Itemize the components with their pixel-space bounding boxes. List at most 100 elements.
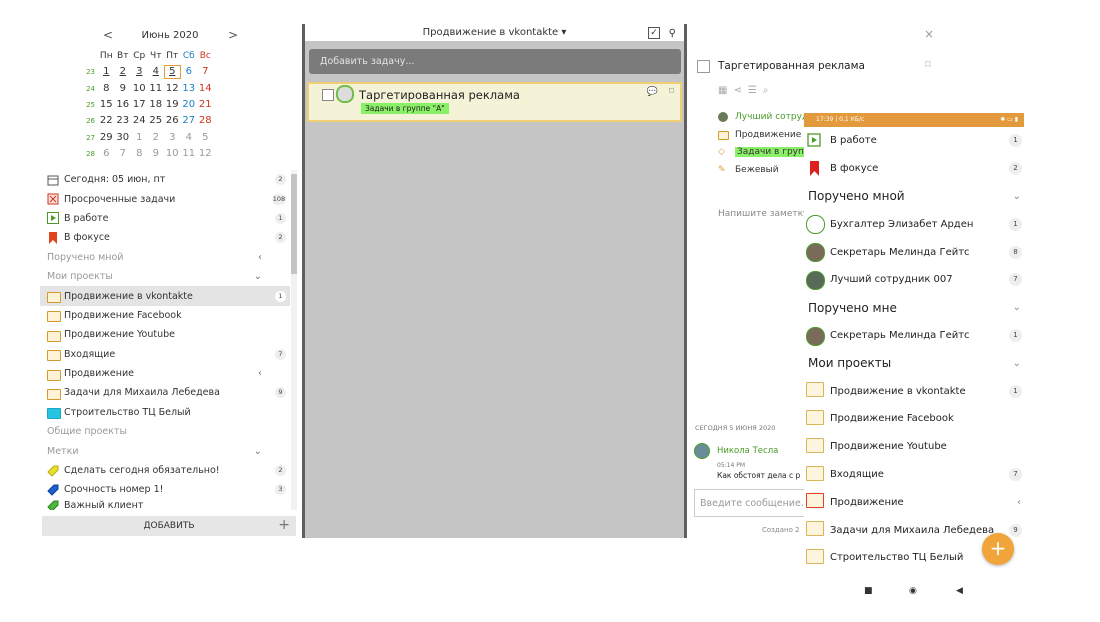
calendar-day[interactable]: 19: [164, 98, 181, 112]
mobile-item-person[interactable]: Лучший сотрудник 007 7: [804, 266, 1024, 294]
section-tags[interactable]: Метки ⌄: [40, 441, 290, 460]
chevron-down-icon[interactable]: ⌄: [254, 271, 262, 282]
sidebar-item-project-lebedev[interactable]: Задачи для Михаила Лебедева 9: [40, 383, 290, 402]
calendar-day[interactable]: 7: [115, 147, 132, 161]
calendar-day[interactable]: 6: [181, 65, 198, 79]
calendar-day[interactable]: 28: [197, 114, 214, 128]
mobile-item-focus[interactable]: В фокусе 2: [804, 155, 1024, 183]
calendar-day[interactable]: 7: [197, 65, 214, 79]
calendar-day[interactable]: 23: [115, 114, 132, 128]
section-my-projects[interactable]: Мои проекты ⌄: [40, 267, 290, 286]
sidebar-item-project-tc-belyi[interactable]: Строительство ТЦ Белый: [40, 403, 290, 422]
section-shared-projects[interactable]: Общие проекты: [40, 422, 290, 441]
project-row[interactable]: Продвижение: [718, 130, 801, 140]
sidebar-scrollbar[interactable]: [291, 170, 297, 510]
calendar-day[interactable]: 14: [197, 82, 214, 96]
calendar-day[interactable]: 3: [164, 131, 181, 145]
mobile-item-project[interactable]: Продвижение в vkontakte 1: [804, 377, 1024, 405]
calendar-day[interactable]: 12: [164, 82, 181, 96]
show-completed-checkbox[interactable]: ✓: [648, 27, 660, 39]
sidebar-item-tag-client[interactable]: Важный клиент: [40, 500, 290, 510]
sidebar-item-overdue[interactable]: Просроченные задачи 108: [40, 189, 290, 208]
calendar-day[interactable]: 18: [148, 98, 165, 112]
calendar-day[interactable]: 10: [164, 147, 181, 161]
nav-home-icon[interactable]: ◉: [909, 586, 917, 596]
mobile-section-my-projects[interactable]: Мои проекты ⌄: [804, 349, 1024, 377]
calendar-icon[interactable]: ▦: [718, 85, 733, 96]
share-icon[interactable]: ⋖: [733, 85, 747, 96]
caret-down-icon[interactable]: ▾: [561, 27, 566, 38]
calendar-day[interactable]: 6: [98, 147, 115, 161]
sidebar-item-project-promotion[interactable]: Продвижение ‹: [40, 364, 290, 383]
calendar-day[interactable]: 2: [115, 65, 132, 79]
message-input[interactable]: Введите сообщение...: [694, 489, 814, 517]
mobile-item-project[interactable]: Продвижение ‹: [804, 488, 1024, 516]
subtasks-icon[interactable]: ☰: [748, 85, 763, 96]
add-task-input[interactable]: Добавить задачу...: [309, 49, 681, 74]
calendar-day[interactable]: 15: [98, 98, 115, 112]
bookmark-icon[interactable]: ⌑: [925, 58, 931, 71]
calendar-day[interactable]: 5: [197, 131, 214, 145]
bookmark-icon[interactable]: ⌑: [669, 86, 674, 97]
chevron-down-icon[interactable]: ⌄: [1013, 358, 1021, 369]
calendar-day[interactable]: 1: [98, 65, 115, 79]
mobile-item-person[interactable]: Секретарь Мелинда Гейтс 1: [804, 322, 1024, 350]
chevron-down-icon[interactable]: ⌄: [254, 446, 262, 457]
sidebar-item-tag-today[interactable]: Сделать сегодня обязательно! 2: [40, 461, 290, 480]
mobile-item-project[interactable]: Продвижение Youtube: [804, 433, 1024, 461]
color-row[interactable]: ✎ Бежевый: [718, 165, 779, 175]
calendar-day[interactable]: 11: [181, 147, 198, 161]
add-fab-button[interactable]: +: [982, 533, 1014, 565]
scrollbar-thumb[interactable]: [291, 174, 297, 274]
calendar-day[interactable]: 9: [148, 147, 165, 161]
mobile-item-project[interactable]: Продвижение Facebook: [804, 405, 1024, 433]
task-item[interactable]: Таргетированная реклама Задачи в группе …: [307, 82, 682, 122]
close-icon[interactable]: ×: [924, 27, 934, 41]
search-icon[interactable]: ⚲: [669, 25, 676, 42]
sidebar-item-inbox[interactable]: Входящие 7: [40, 345, 290, 364]
sidebar-item-project-youtube[interactable]: Продвижение Youtube: [40, 325, 290, 344]
chevron-left-icon[interactable]: ‹: [258, 368, 262, 379]
sidebar-item-today[interactable]: Сегодня: 05 июн, пт 2: [40, 170, 290, 189]
calendar-day[interactable]: 13: [181, 82, 198, 96]
section-assigned-by-me[interactable]: Поручено мной ‹: [40, 248, 290, 267]
calendar-day[interactable]: 21: [197, 98, 214, 112]
chevron-down-icon[interactable]: ⌄: [1013, 302, 1021, 313]
calendar-day[interactable]: 29: [98, 131, 115, 145]
calendar-day[interactable]: 17: [131, 98, 148, 112]
chevron-down-icon[interactable]: ⌄: [1013, 191, 1021, 202]
mobile-item-person[interactable]: Секретарь Мелинда Гейтс 8: [804, 238, 1024, 266]
task-complete-checkbox[interactable]: [697, 60, 710, 73]
attach-icon[interactable]: ⌕: [763, 85, 775, 96]
calendar-day[interactable]: 5: [164, 65, 181, 80]
calendar-day[interactable]: 12: [197, 147, 214, 161]
task-checkbox[interactable]: [322, 89, 334, 101]
tag-row[interactable]: ◇ Задачи в груп: [718, 147, 806, 157]
mobile-item-person[interactable]: Бухгалтер Элизабет Арден 1: [804, 210, 1024, 238]
project-title-dropdown[interactable]: Продвижение в vkontakte: [423, 27, 559, 38]
calendar-day[interactable]: 20: [181, 98, 198, 112]
calendar-day[interactable]: 4: [181, 131, 198, 145]
calendar-day[interactable]: 16: [115, 98, 132, 112]
mobile-item-inbox[interactable]: Входящие 7: [804, 461, 1024, 489]
chevron-left-icon[interactable]: ‹: [1017, 497, 1021, 508]
calendar-day[interactable]: 8: [131, 147, 148, 161]
sidebar-item-in-progress[interactable]: В работе 1: [40, 209, 290, 228]
calendar-day[interactable]: 4: [148, 65, 165, 79]
calendar-day[interactable]: 3: [131, 65, 148, 79]
calendar-day[interactable]: 27: [181, 114, 198, 128]
mobile-section-assigned-by-me[interactable]: Поручено мной ⌄: [804, 183, 1024, 211]
calendar-day[interactable]: 9: [115, 82, 132, 96]
mobile-item-in-progress[interactable]: В работе 1: [804, 127, 1024, 155]
calendar-day[interactable]: 30: [115, 131, 132, 145]
sidebar-item-focus[interactable]: В фокусе 2: [40, 228, 290, 247]
sidebar-item-tag-urgent[interactable]: Срочность номер 1! 3: [40, 480, 290, 499]
next-month-button[interactable]: >: [228, 28, 238, 42]
chevron-left-icon[interactable]: ‹: [258, 252, 262, 263]
calendar-day[interactable]: 26: [164, 114, 181, 128]
calendar-day[interactable]: 24: [131, 114, 148, 128]
calendar-day[interactable]: 10: [131, 82, 148, 96]
comment-icon[interactable]: 💬: [647, 87, 658, 97]
sidebar-item-project-facebook[interactable]: Продвижение Facebook: [40, 306, 290, 325]
calendar-day[interactable]: 2: [148, 131, 165, 145]
